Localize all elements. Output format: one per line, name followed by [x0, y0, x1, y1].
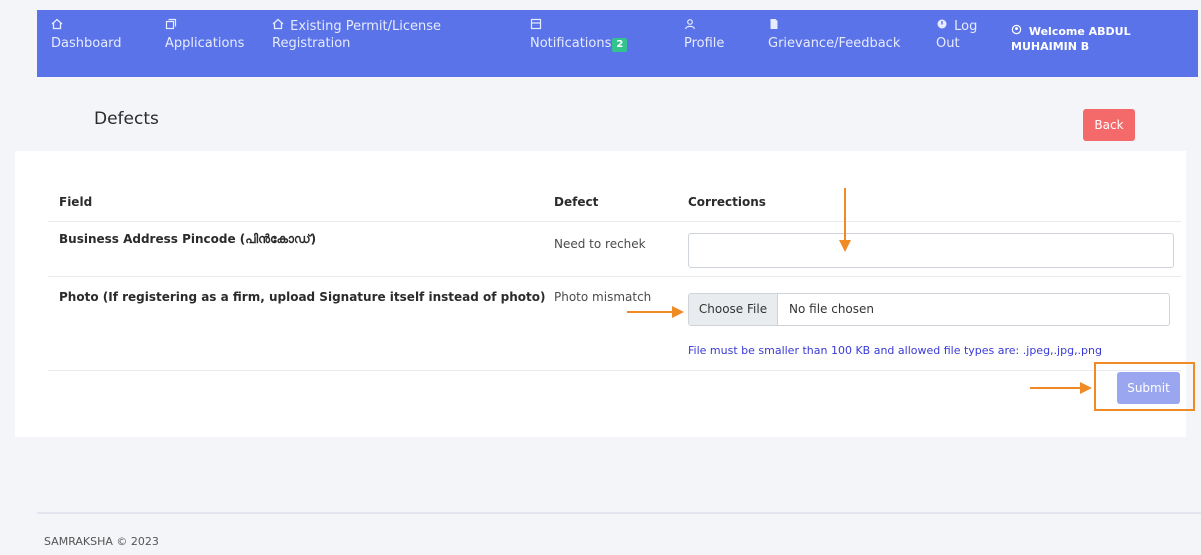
footer-divider: [37, 512, 1201, 514]
annotation-arrows: [627, 188, 1092, 394]
footer-copyright: SAMRAKSHA © 2023: [44, 535, 159, 548]
arrow-to-input: [839, 188, 851, 252]
arrow-to-submit: [1030, 382, 1092, 394]
arrow-to-choose-file: [627, 306, 684, 318]
